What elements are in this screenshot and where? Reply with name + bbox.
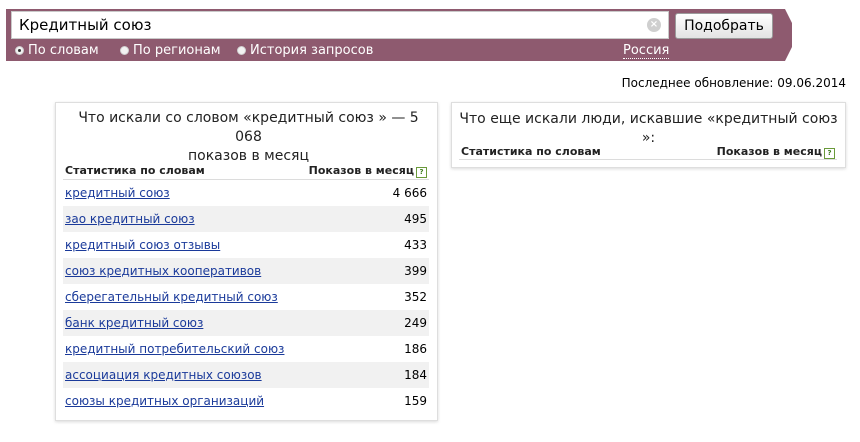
search-bar: Кредитный союз × Подобрать По словам По … — [6, 9, 792, 61]
impression-count: 184 — [404, 368, 427, 382]
submit-button[interactable]: Подобрать — [675, 13, 773, 39]
table-row: ассоциация кредитных союзов 184 — [63, 362, 429, 388]
table-row: сберегательный кредитный союз 352 — [63, 284, 429, 310]
help-icon[interactable]: ? — [824, 148, 835, 159]
mode-by-words-radio[interactable]: По словам — [15, 43, 99, 58]
table-row: союзы кредитных организаций 159 — [63, 388, 429, 414]
region-link[interactable]: Россия — [623, 43, 670, 59]
column-header-phrase: Статистика по словам — [461, 145, 601, 158]
last-update-text: Последнее обновление: 09.06.2014 — [621, 76, 846, 90]
radio-icon — [120, 46, 129, 55]
table-row: союз кредитных кооперативов 399 — [63, 258, 429, 284]
column-header-phrase: Статистика по словам — [65, 164, 205, 177]
column-header-count-label: Показов в месяц — [716, 145, 822, 158]
column-header-count: Показов в месяц? — [717, 145, 835, 159]
mode-history-radio[interactable]: История запросов — [237, 43, 373, 58]
impression-count: 4 666 — [392, 186, 427, 200]
impression-count: 399 — [404, 264, 427, 278]
panel-title-line: Что искали со словом «кредитный союз » —… — [78, 110, 419, 145]
phrase-link[interactable]: ассоциация кредитных союзов — [65, 368, 262, 382]
clear-icon[interactable]: × — [647, 18, 661, 32]
phrase-link[interactable]: кредитный союз — [65, 186, 170, 200]
mode-label: По словам — [28, 43, 99, 58]
panel-title: Что еще искали люди, искавшие «кредитный… — [459, 111, 838, 146]
mode-label: По регионам — [133, 43, 221, 58]
phrase-link[interactable]: кредитный потребительский союз — [65, 342, 284, 356]
impression-count: 249 — [404, 316, 427, 330]
impression-count: 159 — [404, 394, 427, 408]
word-statistics-panel: Что искали со словом «кредитный союз » —… — [55, 102, 438, 421]
statistics-list: кредитный союз 4 666 зао кредитный союз 49… — [63, 180, 429, 414]
impression-count: 186 — [404, 342, 427, 356]
phrase-link[interactable]: союзы кредитных организаций — [65, 394, 264, 408]
phrase-link[interactable]: союз кредитных кооперативов — [65, 264, 261, 278]
phrase-link[interactable]: сберегательный кредитный союз — [65, 290, 278, 304]
phrase-link[interactable]: банк кредитный союз — [65, 316, 203, 330]
column-header-count-label: Показов в месяц — [308, 164, 414, 177]
phrase-link[interactable]: зао кредитный союз — [65, 212, 195, 226]
impression-count: 433 — [404, 238, 427, 252]
help-icon[interactable]: ? — [416, 167, 427, 178]
related-searches-panel: Что еще искали люди, искавшие «кредитный… — [451, 102, 846, 168]
table-row: кредитный потребительский союз 186 — [63, 336, 429, 362]
phrase-link[interactable]: кредитный союз отзывы — [65, 238, 220, 252]
impression-count: 352 — [404, 290, 427, 304]
table-row: банк кредитный союз 249 — [63, 310, 429, 336]
table-row: зао кредитный союз 495 — [63, 206, 429, 232]
panel-title: Что искали со словом «кредитный союз » —… — [64, 109, 433, 164]
header-divider — [459, 159, 837, 160]
table-row: кредитный союз отзывы 433 — [63, 232, 429, 258]
radio-selected-icon — [15, 46, 24, 55]
mode-by-regions-radio[interactable]: По регионам — [120, 43, 221, 58]
impression-count: 495 — [404, 212, 427, 226]
column-header-count: Показов в месяц? — [309, 164, 427, 178]
search-input[interactable]: Кредитный союз — [11, 11, 669, 39]
mode-label: История запросов — [250, 43, 374, 58]
radio-icon — [237, 46, 246, 55]
table-row: кредитный союз 4 666 — [63, 180, 429, 206]
